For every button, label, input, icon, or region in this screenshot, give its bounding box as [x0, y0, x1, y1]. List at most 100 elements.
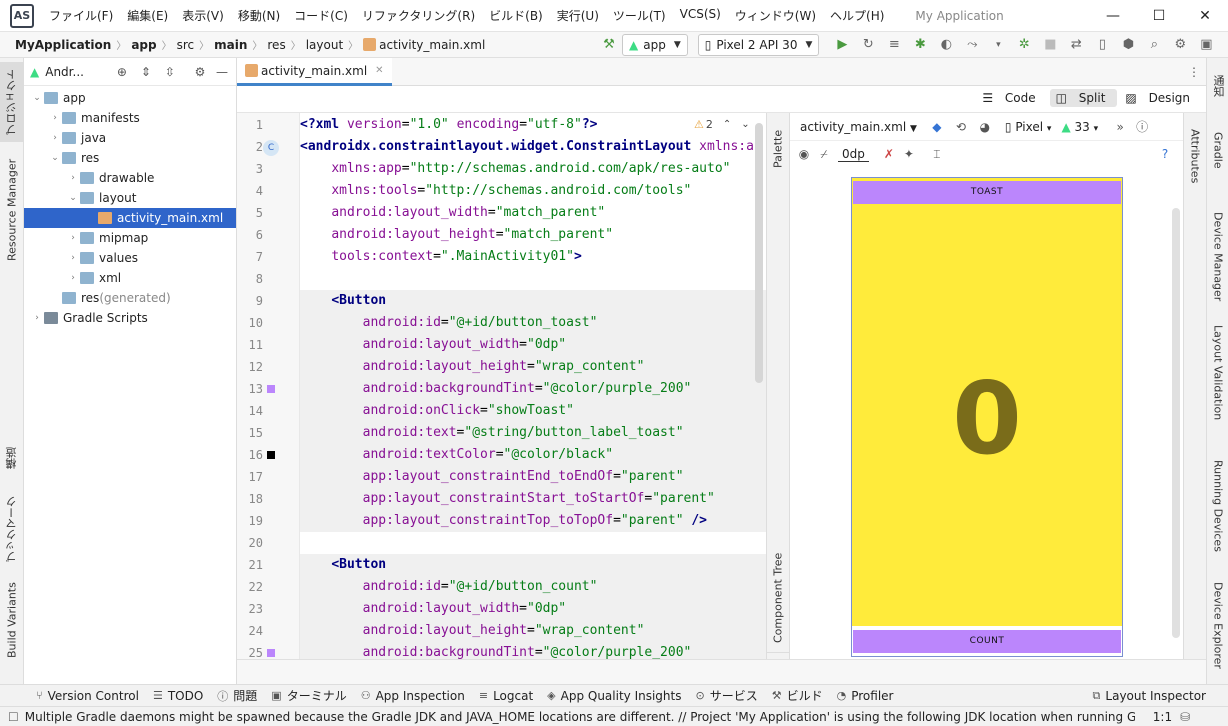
tree-item[interactable]: ⌄ layout	[24, 188, 236, 208]
breadcrumb-item[interactable]: MyApplication	[12, 38, 114, 52]
chevron-right-icon[interactable]: ›	[66, 173, 80, 183]
code-line[interactable]: <Button	[300, 554, 766, 576]
code-line[interactable]: android:text="@string/button_label_toast…	[300, 422, 766, 444]
tab-attributes[interactable]: Attributes	[1184, 121, 1206, 191]
breadcrumb-item[interactable]: app	[128, 38, 159, 52]
code-line[interactable]	[300, 532, 766, 554]
design-scrollbar[interactable]	[1172, 208, 1180, 638]
device-select[interactable]: ▯ Pixel 2 API 30 ▼	[697, 34, 820, 56]
menu-item-9[interactable]: VCS(S)	[673, 7, 728, 24]
tree-item[interactable]: ⌄ res	[24, 148, 236, 168]
close-tab-icon[interactable]: ✕	[375, 65, 383, 76]
layout-preview-device[interactable]: TOAST 0 COUNT	[851, 177, 1123, 657]
options-gear-icon[interactable]: ⚙	[192, 64, 208, 80]
chevron-down-icon[interactable]: ⌄	[48, 153, 62, 163]
color-swatch-black[interactable]	[267, 451, 275, 459]
sdk-manager-icon[interactable]: ⬢	[1117, 34, 1139, 56]
chevron-right-icon[interactable]: ›	[66, 273, 80, 283]
toast-button-preview[interactable]: TOAST	[853, 181, 1121, 204]
menu-item-4[interactable]: コード(C)	[287, 7, 355, 24]
tool-window-8[interactable]: ⚒ ビルド	[772, 687, 823, 704]
expand-all-icon[interactable]: ⇕	[138, 64, 154, 80]
tree-item[interactable]: › xml	[24, 268, 236, 288]
code-line[interactable]: android:textColor="@color/black"	[300, 444, 766, 466]
breadcrumb-item[interactable]: activity_main.xml	[360, 37, 488, 52]
code-scrollbar[interactable]	[752, 113, 766, 659]
tool-window-2[interactable]: ⓘ 問題	[217, 687, 257, 704]
chevron-right-icon[interactable]: ›	[48, 133, 62, 143]
chevron-right-icon[interactable]: ›	[66, 253, 80, 263]
menu-item-2[interactable]: 表示(V)	[175, 7, 231, 24]
status-message[interactable]: Multiple Gradle daemons might be spawned…	[25, 708, 1135, 725]
orientation-icon[interactable]: ⟲	[953, 119, 969, 135]
view-options-eye-icon[interactable]: ◉	[796, 146, 812, 162]
menu-item-7[interactable]: 実行(U)	[550, 7, 606, 24]
breadcrumb-item[interactable]: res	[264, 38, 288, 52]
tree-item[interactable]: › mipmap	[24, 228, 236, 248]
code-editor[interactable]: <?xml version="1.0" encoding="utf-8"?> <a…	[300, 113, 766, 659]
code-line[interactable]: app:layout_constraintStart_toStartOf="pa…	[300, 488, 766, 510]
code-line[interactable]: android:layout_width="0dp"	[300, 334, 766, 356]
tool-window-7[interactable]: ⊙ サービス	[696, 687, 758, 704]
menu-item-11[interactable]: ヘルプ(H)	[823, 7, 891, 24]
collapse-all-icon[interactable]: ⇳	[162, 64, 178, 80]
layout-icon[interactable]: ▣	[1195, 34, 1217, 56]
tool-window-4[interactable]: ⚇ App Inspection	[361, 689, 465, 703]
code-line[interactable]: xmlns:tools="http://schemas.android.com/…	[300, 180, 766, 202]
chevron-down-icon[interactable]: ⌄	[30, 93, 44, 103]
code-line[interactable]: android:backgroundTint="@color/purple_20…	[300, 642, 766, 659]
breadcrumb-item[interactable]: layout	[303, 38, 346, 52]
close-button[interactable]: ✕	[1182, 0, 1228, 32]
tool-window-6[interactable]: ◈ App Quality Insights	[547, 689, 681, 703]
clear-constraints-icon[interactable]: ✗	[881, 146, 897, 162]
code-line[interactable]: android:layout_height="wrap_content"	[300, 620, 766, 642]
color-swatch-purple[interactable]	[267, 649, 275, 657]
breadcrumb-item[interactable]: main	[211, 38, 250, 52]
tab-gradle[interactable]: Gradle	[1207, 120, 1228, 180]
code-mode-button[interactable]: ☰ Code	[976, 89, 1047, 107]
infer-constraints-icon[interactable]: ✦	[901, 146, 917, 162]
design-surface-icon[interactable]: ◆	[929, 119, 945, 135]
code-line[interactable]: app:layout_constraintEnd_toEndOf="parent…	[300, 466, 766, 488]
tree-item[interactable]: › drawable	[24, 168, 236, 188]
read-only-lock-icon[interactable]: ⛁	[1180, 710, 1190, 724]
breadcrumb-item[interactable]: src	[174, 38, 198, 52]
device-manager-icon[interactable]: ▯	[1091, 34, 1113, 56]
tab-bookmarks[interactable]: ブックマーク	[0, 494, 24, 564]
tab-palette[interactable]: Palette	[767, 119, 789, 179]
tab-structure[interactable]: 構造	[0, 438, 24, 478]
debug-attach-icon[interactable]: ✲	[1013, 34, 1035, 56]
project-view-select[interactable]: Andr...	[45, 65, 84, 79]
tab-layout-validation[interactable]: Layout Validation	[1207, 318, 1228, 428]
build-hammer-icon[interactable]: ⚒	[598, 34, 620, 56]
attach-debugger-dropdown-icon[interactable]: ▾	[987, 34, 1009, 56]
code-line[interactable]: android:layout_height="wrap_content"	[300, 356, 766, 378]
tree-item[interactable]: activity_main.xml	[24, 208, 236, 228]
next-highlight-icon[interactable]: ⌄	[741, 119, 749, 130]
tool-window-5[interactable]: ≡ Logcat	[479, 689, 533, 703]
menu-item-6[interactable]: ビルド(B)	[482, 7, 550, 24]
tab-activity-main[interactable]: activity_main.xml ✕	[237, 58, 392, 86]
code-line[interactable]: android:backgroundTint="@color/purple_20…	[300, 378, 766, 400]
menu-item-3[interactable]: 移動(N)	[231, 7, 287, 24]
code-line[interactable]: android:onClick="showToast"	[300, 400, 766, 422]
apply-changes-icon[interactable]: ↻	[857, 34, 879, 56]
tool-window-9[interactable]: ◔ Profiler	[837, 689, 894, 703]
tool-window-0[interactable]: ⑂ Version Control	[36, 689, 139, 703]
menu-item-10[interactable]: ウィンドウ(W)	[728, 7, 823, 24]
tool-window-1[interactable]: ☰ TODO	[153, 689, 203, 703]
default-margin-select[interactable]: 0dp	[838, 147, 869, 162]
api-level-select[interactable]: ▲ 33 ▾	[1061, 120, 1098, 134]
layout-gutter-icon[interactable]: C	[263, 140, 279, 156]
menu-item-1[interactable]: 編集(E)	[120, 7, 175, 24]
menu-item-5[interactable]: リファクタリング(R)	[355, 7, 482, 24]
split-mode-button[interactable]: ◫ Split	[1049, 89, 1118, 107]
code-line[interactable]: android:layout_height="match_parent"	[300, 224, 766, 246]
night-mode-icon[interactable]: ◕	[977, 119, 993, 135]
help-icon[interactable]: ?	[1157, 146, 1173, 162]
code-line[interactable]: <Button	[300, 290, 766, 312]
chevron-right-icon[interactable]: ›	[48, 113, 62, 123]
count-button-preview[interactable]: COUNT	[853, 630, 1121, 653]
chevron-right-icon[interactable]: ›	[66, 233, 80, 243]
apply-code-changes-icon[interactable]: ≡	[883, 34, 905, 56]
